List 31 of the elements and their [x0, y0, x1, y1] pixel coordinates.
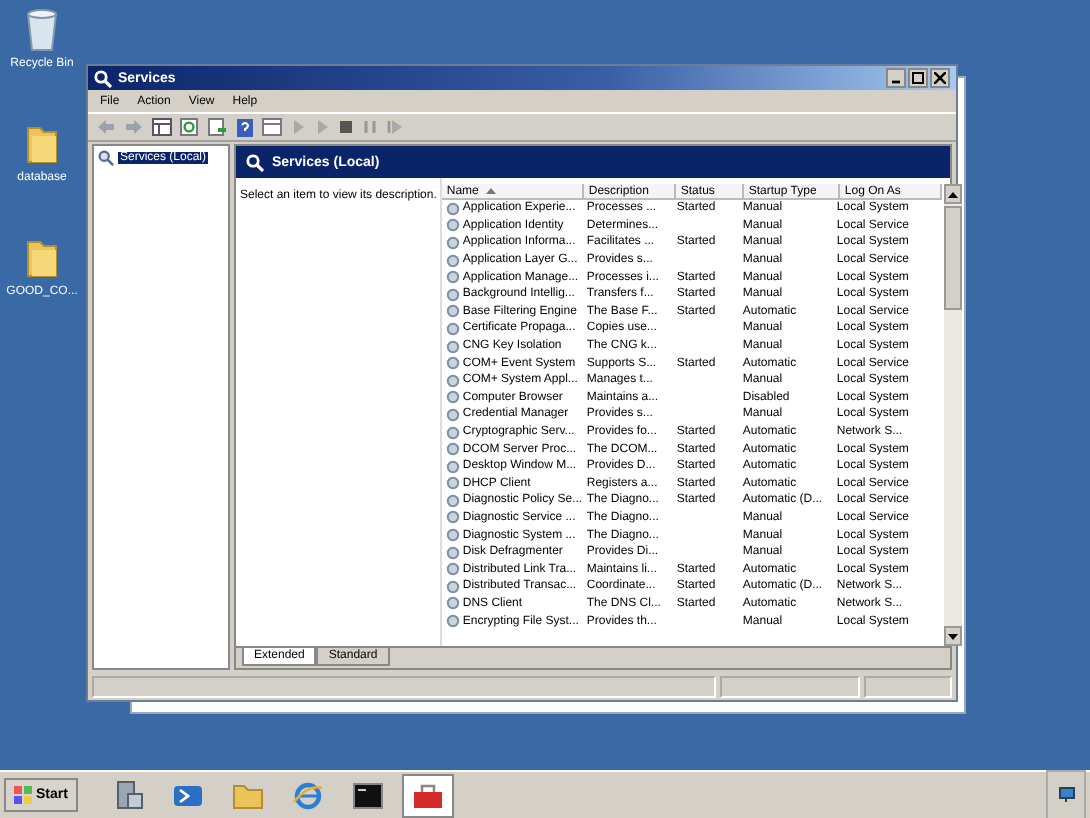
- scroll-up-button[interactable]: [944, 184, 963, 204]
- export-icon[interactable]: [208, 118, 228, 136]
- minimize-button[interactable]: [886, 68, 906, 88]
- search-icon: [246, 153, 264, 171]
- restart-icon[interactable]: [386, 118, 402, 136]
- maximize-icon: [912, 72, 924, 84]
- maximize-button[interactable]: [908, 68, 928, 88]
- scroll-thumb[interactable]: [944, 206, 963, 310]
- recycle-bin-icon[interactable]: [24, 8, 60, 52]
- network-icon[interactable]: [1056, 785, 1076, 803]
- browser-icon: [291, 779, 324, 811]
- command-prompt-icon: [351, 779, 384, 811]
- up-arrow-icon: [948, 191, 959, 197]
- folder-icon[interactable]: [23, 122, 60, 166]
- close-icon: [934, 72, 946, 84]
- search-icon: [94, 69, 112, 87]
- folder-icon[interactable]: [23, 236, 60, 280]
- search-icon: [98, 150, 114, 166]
- refresh-icon[interactable]: [180, 118, 200, 136]
- properties-icon[interactable]: [262, 118, 282, 136]
- toolbox-icon: [411, 779, 444, 811]
- pane-icon[interactable]: [152, 118, 172, 136]
- windows-logo-icon: [14, 786, 32, 804]
- stop-icon[interactable]: [338, 118, 354, 136]
- sort-arrow-icon: [486, 188, 497, 194]
- folder-icon: [231, 779, 264, 811]
- down-arrow-icon: [948, 633, 959, 639]
- close-button[interactable]: [930, 68, 950, 88]
- help-icon[interactable]: [236, 117, 254, 137]
- scroll-down-button[interactable]: [944, 626, 963, 646]
- server-icon: [111, 779, 144, 811]
